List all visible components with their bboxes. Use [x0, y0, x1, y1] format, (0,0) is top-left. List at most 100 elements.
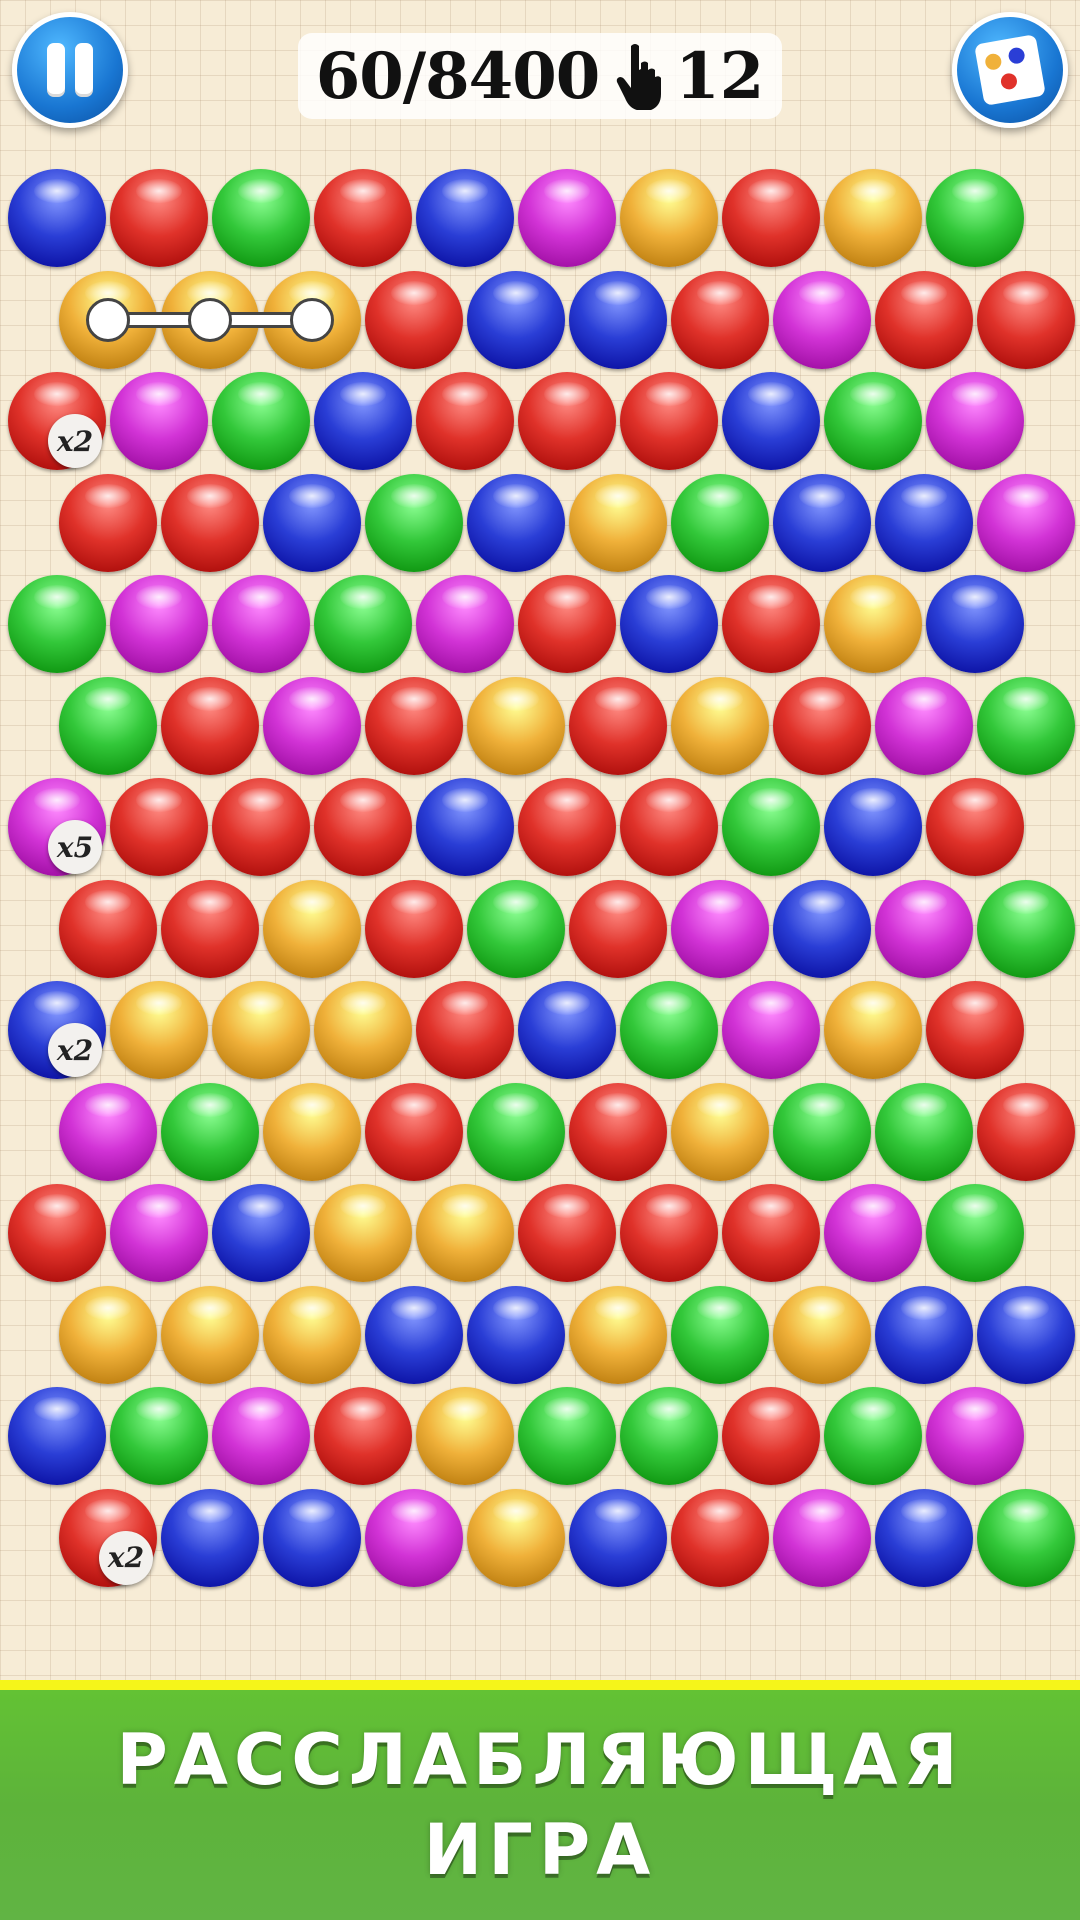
- bubble-blue[interactable]: [467, 1285, 565, 1384]
- bubble-magenta[interactable]: [212, 1387, 310, 1485]
- bubble-blue[interactable]: [8, 169, 106, 267]
- bubble-orange[interactable]: [569, 1285, 667, 1384]
- bubble-green[interactable]: [977, 1488, 1075, 1587]
- bubble-red[interactable]: [722, 169, 820, 267]
- bubble-magenta[interactable]: [365, 1488, 463, 1587]
- bubble-blue[interactable]: [773, 473, 871, 572]
- bubble-green[interactable]: [620, 981, 718, 1079]
- bubble-red[interactable]: [569, 676, 667, 775]
- bubble-green[interactable]: [977, 676, 1075, 775]
- bubble-blue[interactable]: [161, 1488, 259, 1587]
- bubble-red[interactable]: [161, 473, 259, 572]
- bubble-blue[interactable]: [722, 372, 820, 470]
- bubble-blue[interactable]: [620, 575, 718, 673]
- bubble-green[interactable]: [314, 575, 412, 673]
- bubble-green[interactable]: [722, 778, 820, 876]
- bubble-red[interactable]: [314, 778, 412, 876]
- bubble-orange[interactable]: [59, 1285, 157, 1384]
- bubble-orange[interactable]: [620, 169, 718, 267]
- bubble-green[interactable]: [824, 372, 922, 470]
- bubble-red[interactable]: [59, 879, 157, 978]
- bubble-magenta[interactable]: [110, 372, 208, 470]
- bubble-red[interactable]: [926, 981, 1024, 1079]
- bubble-magenta[interactable]: [212, 575, 310, 673]
- bubble-orange[interactable]: [824, 575, 922, 673]
- bubble-magenta[interactable]: [59, 1082, 157, 1181]
- bubble-magenta[interactable]: [773, 270, 871, 369]
- bubble-blue[interactable]: [467, 473, 565, 572]
- bubble-blue[interactable]: [773, 879, 871, 978]
- bubble-red[interactable]: [161, 879, 259, 978]
- bubble-blue[interactable]: [875, 1285, 973, 1384]
- bubble-red[interactable]: [59, 473, 157, 572]
- bubble-red[interactable]: [518, 1184, 616, 1282]
- bubble-red[interactable]: [110, 778, 208, 876]
- bubble-blue[interactable]: [875, 473, 973, 572]
- bubble-magenta[interactable]: [263, 676, 361, 775]
- bubble-orange[interactable]: [671, 1082, 769, 1181]
- bubble-orange[interactable]: [671, 676, 769, 775]
- bubble-green[interactable]: [365, 473, 463, 572]
- bubble-red[interactable]: [365, 1082, 463, 1181]
- bubble-orange[interactable]: [314, 1184, 412, 1282]
- bubble-magenta[interactable]: [416, 575, 514, 673]
- bubble-blue[interactable]: [518, 981, 616, 1079]
- bubble-blue[interactable]: [365, 1285, 463, 1384]
- bubble-orange[interactable]: [161, 1285, 259, 1384]
- bubble-orange[interactable]: [212, 981, 310, 1079]
- bubble-green[interactable]: [926, 169, 1024, 267]
- bubble-blue[interactable]: [569, 1488, 667, 1587]
- bubble-red[interactable]: [8, 1184, 106, 1282]
- bubble-red[interactable]: [722, 1387, 820, 1485]
- bubble-green[interactable]: [110, 1387, 208, 1485]
- bubble-red[interactable]: [875, 270, 973, 369]
- bubble-red[interactable]: [620, 372, 718, 470]
- bubble-orange[interactable]: [263, 1082, 361, 1181]
- bubble-red[interactable]: [722, 575, 820, 673]
- bubble-orange[interactable]: [416, 1387, 514, 1485]
- bubble-green[interactable]: [671, 1285, 769, 1384]
- bubble-green[interactable]: [926, 1184, 1024, 1282]
- bubble-green[interactable]: [212, 372, 310, 470]
- bubble-blue[interactable]: [263, 1488, 361, 1587]
- bubble-red[interactable]: [314, 1387, 412, 1485]
- bubble-blue[interactable]: [926, 575, 1024, 673]
- bubble-red[interactable]: [671, 270, 769, 369]
- bubble-magenta[interactable]: [518, 169, 616, 267]
- bubble-orange[interactable]: [416, 1184, 514, 1282]
- bubble-blue[interactable]: [263, 473, 361, 572]
- bubble-green[interactable]: [671, 473, 769, 572]
- bubble-green[interactable]: [212, 169, 310, 267]
- bubble-green[interactable]: [467, 879, 565, 978]
- bubble-magenta[interactable]: [824, 1184, 922, 1282]
- bubble-blue[interactable]: [467, 270, 565, 369]
- bubble-blue[interactable]: [212, 1184, 310, 1282]
- bubble-blue[interactable]: [8, 1387, 106, 1485]
- bubble-magenta[interactable]: [875, 676, 973, 775]
- bubble-red[interactable]: [620, 778, 718, 876]
- bubble-magenta[interactable]: [722, 981, 820, 1079]
- bubble-magenta[interactable]: [977, 473, 1075, 572]
- bubble-green[interactable]: [824, 1387, 922, 1485]
- bubble-orange[interactable]: [824, 981, 922, 1079]
- bubble-blue[interactable]: [416, 169, 514, 267]
- bubble-orange[interactable]: [314, 981, 412, 1079]
- bubble-red[interactable]: [620, 1184, 718, 1282]
- bubble-orange[interactable]: [467, 676, 565, 775]
- bubble-blue[interactable]: [569, 270, 667, 369]
- bubble-red[interactable]: [671, 1488, 769, 1587]
- bubble-blue[interactable]: [824, 778, 922, 876]
- bubble-green[interactable]: [773, 1082, 871, 1181]
- bubble-orange[interactable]: [263, 879, 361, 978]
- bubble-orange[interactable]: [569, 473, 667, 572]
- bubble-magenta[interactable]: [773, 1488, 871, 1587]
- bubble-orange[interactable]: [263, 1285, 361, 1384]
- bubble-red[interactable]: [722, 1184, 820, 1282]
- bubble-red[interactable]: [569, 879, 667, 978]
- bubble-orange[interactable]: [773, 1285, 871, 1384]
- bubble-orange[interactable]: [824, 169, 922, 267]
- bubble-blue[interactable]: [977, 1285, 1075, 1384]
- bubble-red[interactable]: [926, 778, 1024, 876]
- bubble-magenta[interactable]: [110, 1184, 208, 1282]
- bubble-blue[interactable]: [416, 778, 514, 876]
